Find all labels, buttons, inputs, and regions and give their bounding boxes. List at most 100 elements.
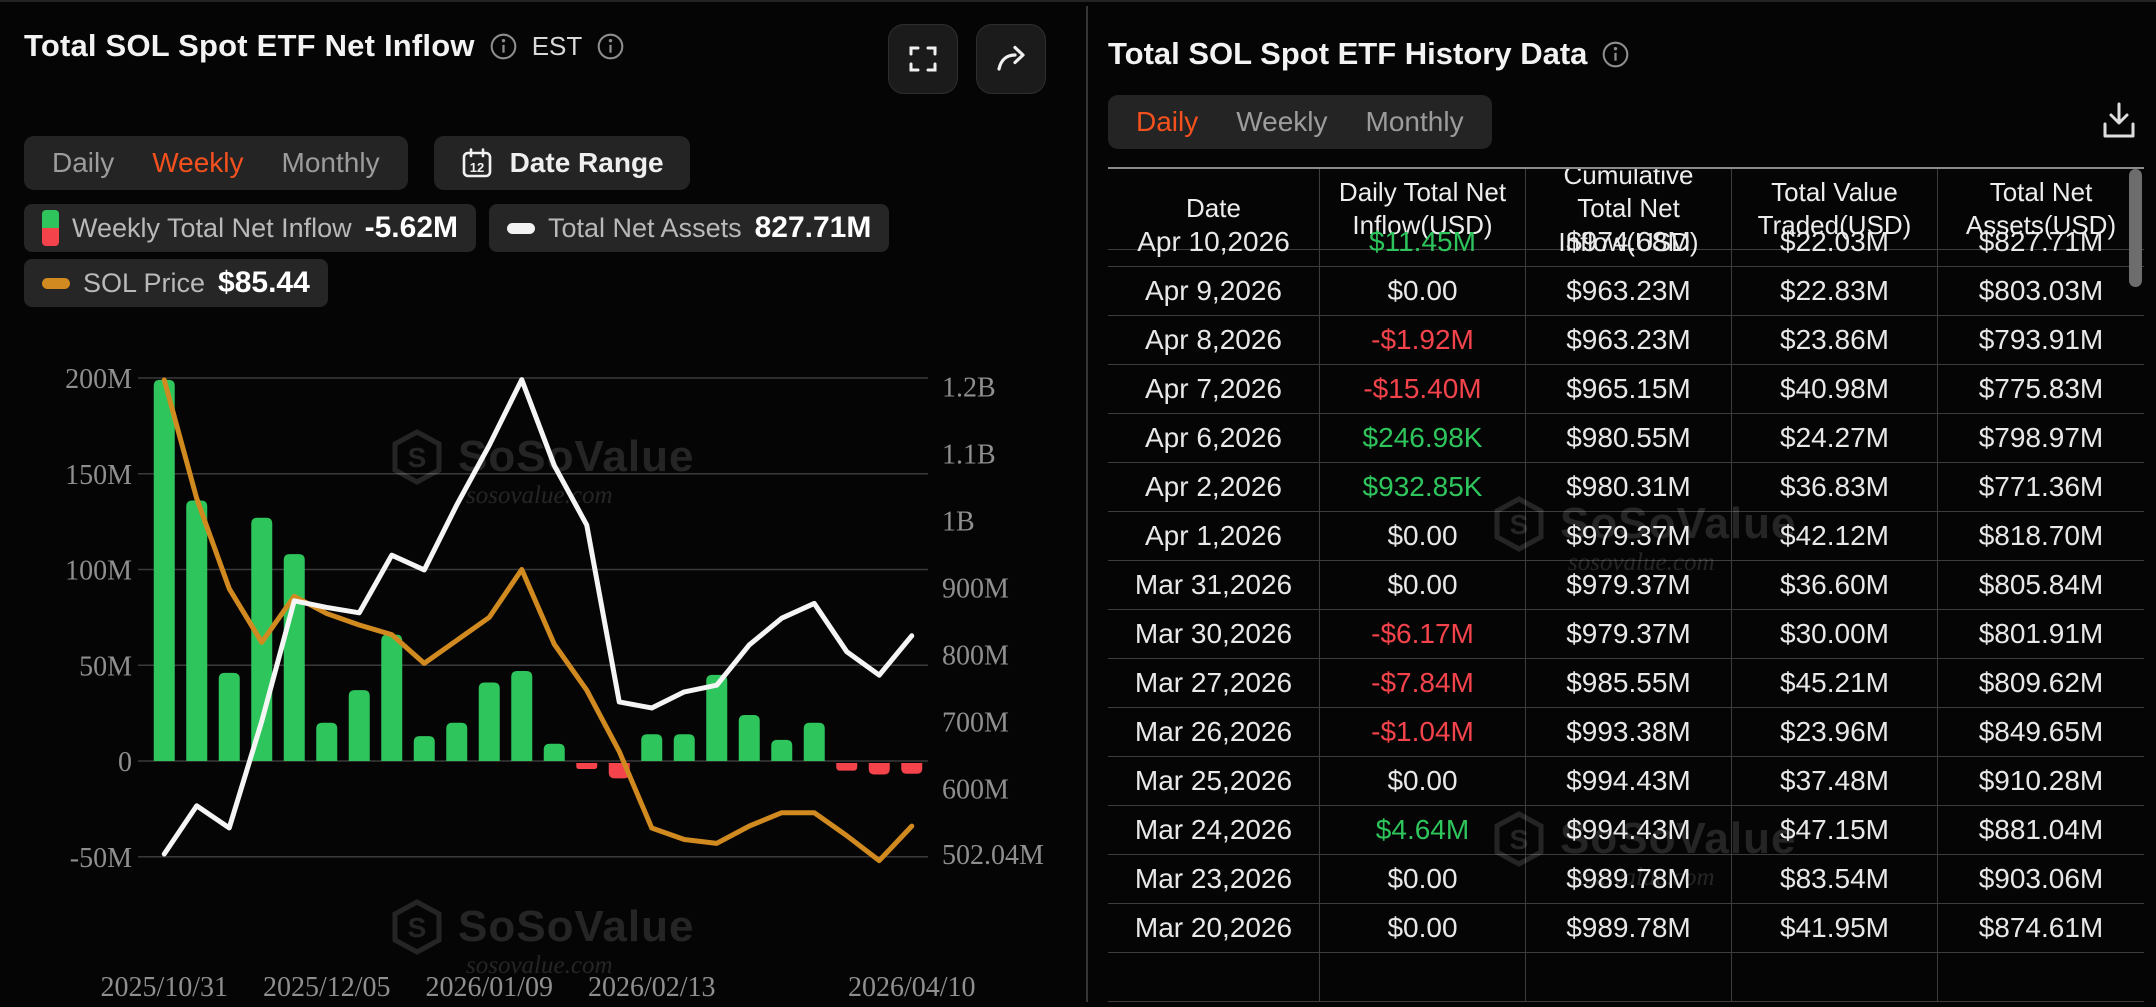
legend-label: SOL Price bbox=[83, 268, 205, 299]
daily-inflow-cell: -$1.92M bbox=[1320, 316, 1526, 365]
right-axis-label: 900M bbox=[942, 573, 1009, 604]
x-axis-label: 2025/12/05 bbox=[263, 972, 391, 1002]
netinflow-bar[interactable] bbox=[154, 380, 175, 761]
netinflow-bar[interactable] bbox=[674, 734, 695, 761]
date-cell: Mar 31,2026 bbox=[1108, 561, 1320, 610]
total-net-assets-line[interactable] bbox=[164, 380, 912, 854]
daily-inflow-cell: $0.00 bbox=[1320, 757, 1526, 806]
daily-inflow-cell: -$1.04M bbox=[1320, 708, 1526, 757]
netinflow-bar[interactable] bbox=[511, 671, 532, 761]
etf-netinflow-chart[interactable]: 200M150M100M50M0-50M1.2B1.1B1B900M800M70… bbox=[0, 350, 1086, 1002]
netinflow-bar[interactable] bbox=[836, 763, 857, 771]
right-axis-label: 1B bbox=[942, 506, 975, 537]
net-assets-cell: $881.04M bbox=[1938, 806, 2144, 855]
fullscreen-button[interactable] bbox=[888, 24, 958, 94]
cumulative-inflow-cell: $979.37M bbox=[1526, 610, 1732, 659]
netinflow-bar[interactable] bbox=[869, 763, 890, 774]
daily-inflow-cell: -$7.84M bbox=[1320, 659, 1526, 708]
netinflow-bar[interactable] bbox=[316, 723, 337, 761]
history-data-title: Total SOL Spot ETF History Data bbox=[1108, 36, 1587, 72]
date-range-label: Date Range bbox=[510, 147, 664, 179]
download-button[interactable] bbox=[2096, 98, 2142, 144]
legend-badge-assets-dash[interactable]: Total Net Assets827.71M bbox=[489, 204, 889, 252]
netinflow-bar[interactable] bbox=[219, 673, 240, 761]
info-icon[interactable] bbox=[597, 33, 624, 60]
value-traded-cell: $41.95M bbox=[1732, 904, 1938, 953]
date-range-button[interactable]: 12 Date Range bbox=[434, 136, 690, 190]
right-axis-label: 502.04M bbox=[942, 840, 1044, 871]
sol-price-line[interactable] bbox=[164, 380, 912, 861]
netinflow-bar[interactable] bbox=[576, 763, 597, 769]
cumulative-inflow-cell: $974.68M bbox=[1526, 218, 1732, 267]
legend-value: -5.62M bbox=[365, 211, 458, 245]
value-traded-cell: $83.54M bbox=[1732, 855, 1938, 904]
net-assets-cell: $805.84M bbox=[1938, 561, 2144, 610]
share-icon bbox=[994, 42, 1028, 76]
left-axis-label: 0 bbox=[118, 747, 132, 778]
table-scrollbar-thumb[interactable] bbox=[2129, 169, 2142, 287]
daily-inflow-cell: -$15.40M bbox=[1320, 365, 1526, 414]
value-traded-cell: $30.00M bbox=[1732, 610, 1938, 659]
daily-inflow-cell: $0.00 bbox=[1320, 855, 1526, 904]
value-traded-cell: $47.15M bbox=[1732, 806, 1938, 855]
calendar-icon: 12 bbox=[460, 146, 494, 180]
tab-daily[interactable]: Daily bbox=[52, 147, 114, 179]
value-traded-cell: $42.12M bbox=[1732, 512, 1938, 561]
tab-weekly[interactable]: Weekly bbox=[152, 147, 243, 179]
page-title: Total SOL Spot ETF Net Inflow bbox=[24, 28, 475, 64]
net-assets-cell: $827.71M bbox=[1938, 218, 2144, 267]
right-axis-label: 1.1B bbox=[942, 439, 996, 470]
tab-monthly[interactable]: Monthly bbox=[1366, 106, 1464, 138]
netinflow-bar[interactable] bbox=[771, 740, 792, 761]
net-assets-cell: $775.83M bbox=[1938, 365, 2144, 414]
right-axis-label: 700M bbox=[942, 707, 1009, 738]
netinflow-bar[interactable] bbox=[381, 635, 402, 761]
timezone-label: EST bbox=[532, 31, 583, 62]
tab-monthly[interactable]: Monthly bbox=[282, 147, 380, 179]
price-dash-icon bbox=[42, 278, 70, 289]
netinflow-bar[interactable] bbox=[901, 763, 922, 774]
value-traded-cell: $37.48M bbox=[1732, 757, 1938, 806]
netinflow-bar[interactable] bbox=[804, 723, 825, 761]
inflow-split-icon bbox=[42, 210, 59, 246]
net-assets-cell: $809.62M bbox=[1938, 659, 2144, 708]
netinflow-bar[interactable] bbox=[641, 734, 662, 761]
legend-badge-price-dash[interactable]: SOL Price $85.44 bbox=[24, 259, 328, 307]
date-cell: Apr 7,2026 bbox=[1108, 365, 1320, 414]
tab-daily[interactable]: Daily bbox=[1136, 106, 1198, 138]
netinflow-bar[interactable] bbox=[186, 501, 207, 761]
legend-badge-inflow-split[interactable]: Weekly Total Net Inflow-5.62M bbox=[24, 204, 476, 252]
x-axis-label: 2026/04/10 bbox=[848, 972, 976, 1002]
value-traded-cell: $23.86M bbox=[1732, 316, 1938, 365]
cumulative-inflow-cell: $994.43M bbox=[1526, 757, 1732, 806]
netinflow-bar[interactable] bbox=[284, 554, 305, 761]
daily-inflow-cell bbox=[1320, 953, 1526, 1002]
netinflow-bar[interactable] bbox=[544, 744, 565, 761]
net-assets-cell: $910.28M bbox=[1938, 757, 2144, 806]
date-cell: Apr 10,2026 bbox=[1108, 218, 1320, 267]
cumulative-inflow-cell: $980.55M bbox=[1526, 414, 1732, 463]
left-axis-label: 50M bbox=[79, 651, 132, 682]
cumulative-inflow-cell: $965.15M bbox=[1526, 365, 1732, 414]
cumulative-inflow-cell: $963.23M bbox=[1526, 316, 1732, 365]
net-assets-cell: $798.97M bbox=[1938, 414, 2144, 463]
netinflow-bar[interactable] bbox=[739, 715, 760, 761]
tab-weekly[interactable]: Weekly bbox=[1236, 106, 1327, 138]
date-cell: Mar 25,2026 bbox=[1108, 757, 1320, 806]
share-button[interactable] bbox=[976, 24, 1046, 94]
value-traded-cell: $36.60M bbox=[1732, 561, 1938, 610]
net-assets-cell: $903.06M bbox=[1938, 855, 2144, 904]
daily-inflow-cell: $0.00 bbox=[1320, 561, 1526, 610]
info-icon[interactable] bbox=[1602, 41, 1629, 68]
assets-dash-icon bbox=[507, 223, 535, 234]
legend-value: 827.71M bbox=[755, 211, 872, 245]
netinflow-bar[interactable] bbox=[349, 690, 370, 761]
chart-legend-row: Weekly Total Net Inflow-5.62M Total Net A… bbox=[24, 204, 889, 252]
netinflow-bar[interactable] bbox=[446, 723, 467, 761]
info-icon[interactable] bbox=[490, 33, 517, 60]
netinflow-bar[interactable] bbox=[479, 682, 500, 761]
net-assets-cell: $801.91M bbox=[1938, 610, 2144, 659]
cumulative-inflow-cell: $989.78M bbox=[1526, 855, 1732, 904]
legend-value: $85.44 bbox=[218, 266, 310, 300]
netinflow-bar[interactable] bbox=[414, 736, 435, 761]
